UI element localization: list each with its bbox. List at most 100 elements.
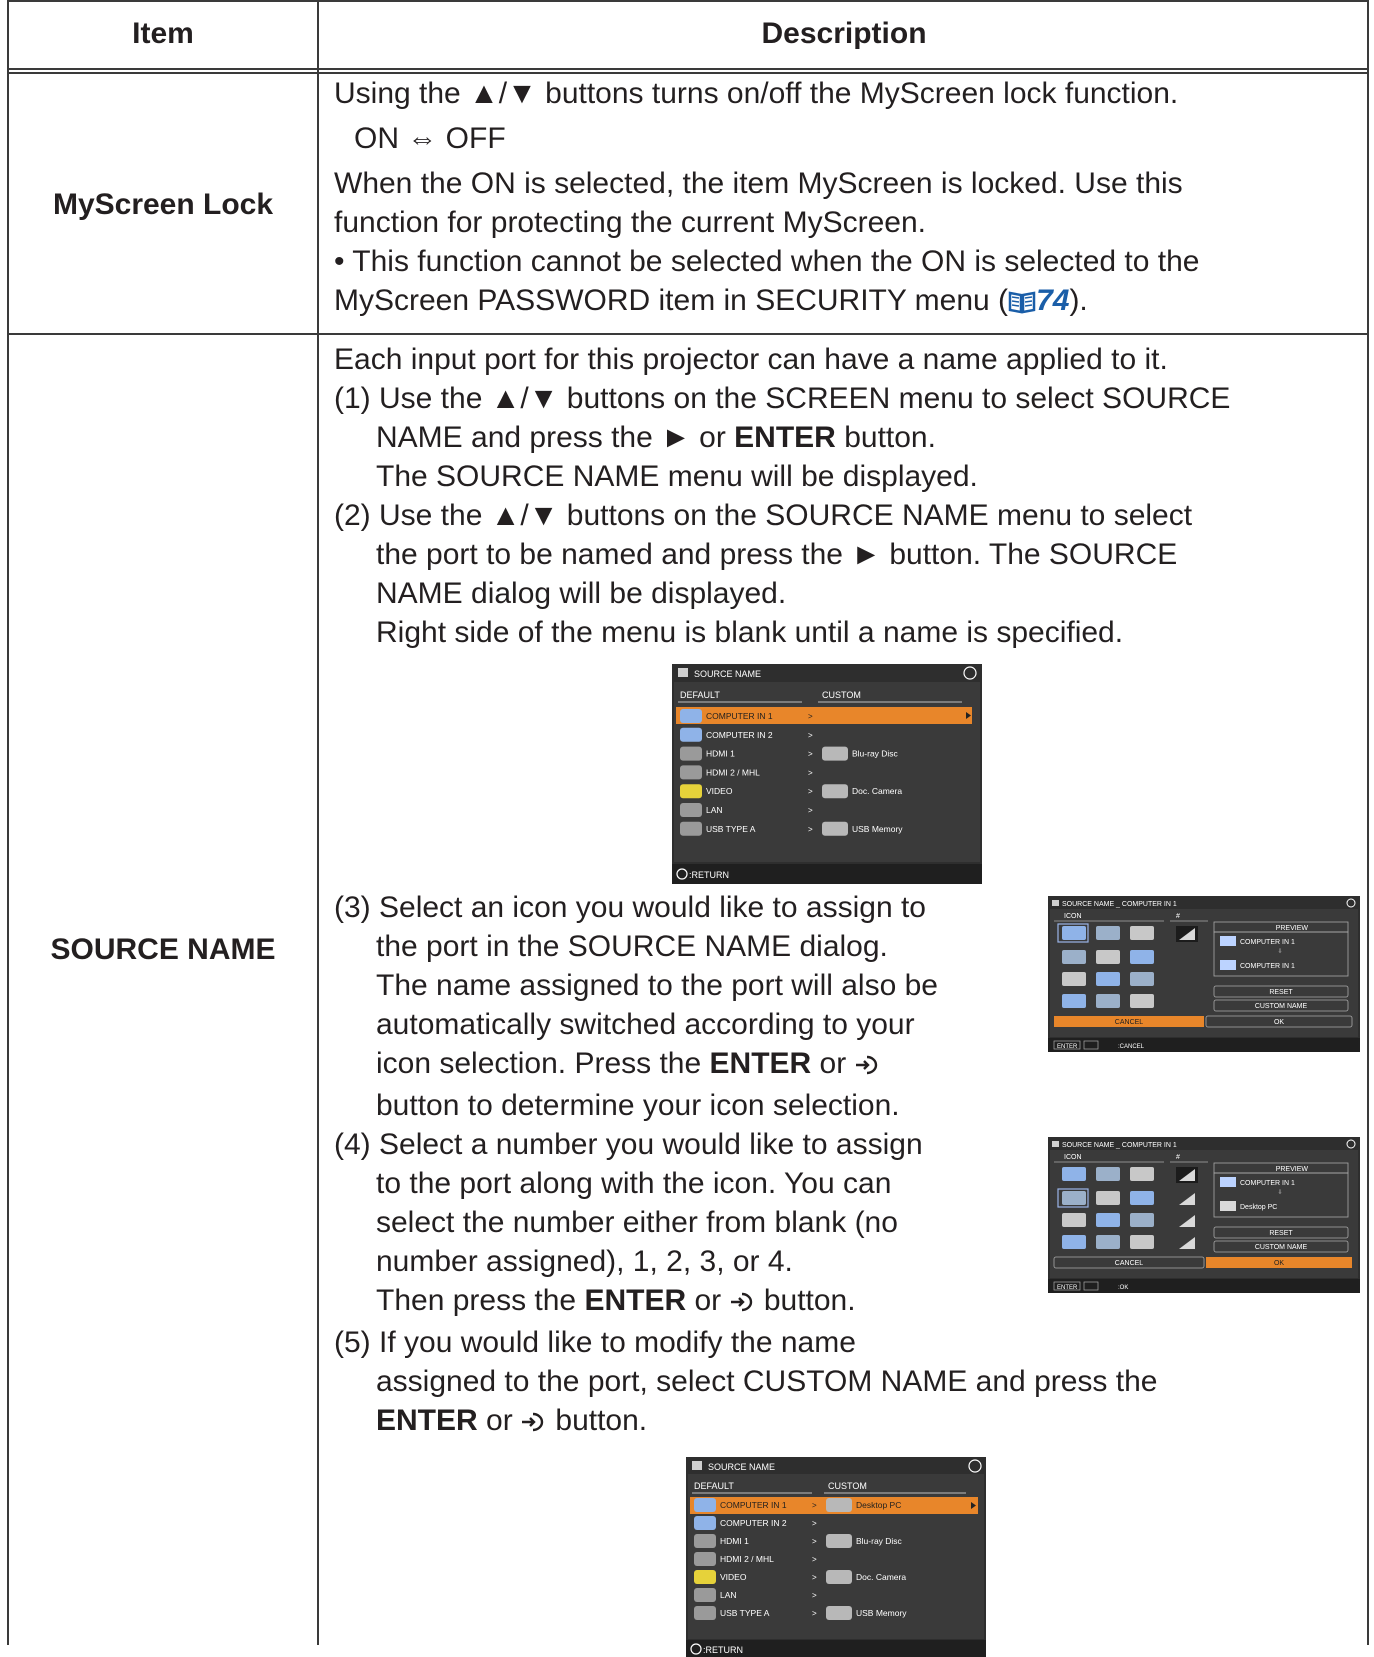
input-button-icon (730, 1284, 756, 1323)
menu-title: SOURCE NAME (694, 669, 761, 679)
desc-line: Right side of the menu is blank until a … (376, 616, 1124, 649)
source-port-icon (679, 821, 702, 836)
source-default-name: USB TYPE A (706, 824, 756, 834)
header-description: Description (761, 17, 927, 50)
custom-source-icon (825, 1534, 852, 1548)
col-custom: CUSTOM (822, 690, 861, 700)
icon-choice[interactable] (1096, 1167, 1120, 1181)
row-arrow: > (812, 1537, 817, 1546)
icon-choice[interactable] (1096, 1235, 1120, 1249)
icon-choice[interactable] (1130, 1235, 1154, 1249)
source-default-name: COMPUTER IN 2 (720, 1518, 787, 1528)
desc-text: button. (835, 421, 936, 454)
custom-source-icon (821, 784, 848, 799)
icon-choice[interactable] (1062, 1191, 1086, 1205)
dialog-title: SOURCE NAME _ COMPUTER IN 1 (1062, 901, 1177, 908)
custom-name-label: CUSTOM NAME (1255, 1003, 1308, 1010)
icon-label: ICON (1064, 913, 1082, 920)
source-custom-name: Doc. Camera (856, 1572, 906, 1582)
desc-line: icon selection. Press the ENTER or (334, 1044, 1048, 1086)
desc-text: button. (547, 1404, 648, 1437)
icon-choice[interactable] (1130, 1213, 1154, 1227)
source-default-name: COMPUTER IN 1 (706, 711, 773, 721)
icon-choice[interactable] (1062, 972, 1086, 986)
desc-line: NAME and press the ► or ENTER button. (334, 418, 1359, 457)
book-icon (1008, 285, 1036, 324)
source-port-icon (679, 803, 702, 817)
icon-choice[interactable] (1130, 926, 1154, 940)
source-default-name: LAN (720, 1590, 737, 1600)
description-table: Item Description MyScreen Lock Using the… (7, 0, 1369, 1657)
ok-label: OK (1274, 1260, 1284, 1267)
ok-label: OK (1274, 1019, 1284, 1026)
desc-text: or (811, 1047, 855, 1080)
description-myscreen-lock: Using the ▲/▼ buttons turns on/off the M… (334, 72, 1359, 324)
source-name-dialog-screenshot-2: SOURCE NAME _ COMPUTER IN 1 ICON # PREVI… (1048, 1137, 1360, 1323)
step4-text: (4) Select a number you would like to as… (334, 1125, 1048, 1323)
row-arrow: > (808, 712, 813, 721)
source-default-name: COMPUTER IN 1 (720, 1500, 787, 1510)
desc-line: number assigned), 1, 2, 3, or 4. (376, 1245, 793, 1278)
enter-keyword: ENTER (709, 1047, 812, 1080)
icon-choice[interactable] (1130, 1167, 1154, 1181)
num-label: # (1176, 913, 1180, 920)
custom-source-icon (821, 821, 848, 836)
desc-line: The SOURCE NAME menu will be displayed. (376, 460, 978, 493)
source-default-name: HDMI 1 (706, 749, 735, 759)
menu-title: SOURCE NAME (708, 1462, 775, 1472)
source-custom-name: Desktop PC (856, 1500, 901, 1510)
icon-choice[interactable] (1096, 972, 1120, 986)
icon-choice[interactable] (1096, 1213, 1120, 1227)
desc-line: ENTER or button. (334, 1401, 1359, 1443)
icon-choice[interactable] (1062, 950, 1086, 964)
dialog-title: SOURCE NAME _ COMPUTER IN 1 (1062, 1142, 1177, 1149)
icon-choice[interactable] (1096, 1191, 1120, 1205)
num-label: # (1176, 1154, 1180, 1161)
custom-source-icon (821, 746, 848, 761)
row-arrow: > (808, 768, 813, 777)
icon-choice[interactable] (1130, 950, 1154, 964)
source-custom-name: Blu-ray Disc (852, 749, 899, 759)
source-custom-name: Doc. Camera (852, 786, 902, 796)
desc-text: NAME and press the ► or (376, 421, 735, 454)
icon-choice[interactable] (1096, 926, 1120, 940)
source-default-name: HDMI 2 / MHL (720, 1554, 774, 1564)
desc-text: Then press the (376, 1284, 585, 1317)
icon-choice[interactable] (1062, 1213, 1086, 1227)
desc-line: button to determine your icon selection. (376, 1089, 900, 1122)
source-default-name: VIDEO (706, 786, 733, 796)
icon-label: ICON (1064, 1154, 1082, 1161)
desc-line: When the ON is selected, the item MyScre… (334, 167, 1183, 200)
icon-choice[interactable] (1062, 1167, 1086, 1181)
row-arrow: > (812, 1501, 817, 1510)
page-reference-link[interactable]: 74 (1036, 284, 1069, 317)
desc-line: (5) If you would like to modify the name (334, 1326, 856, 1359)
icon-choice[interactable] (1062, 926, 1086, 940)
icon-choice[interactable] (1096, 950, 1120, 964)
preview-bottom: COMPUTER IN 1 (1240, 963, 1295, 970)
icon-choice[interactable] (1130, 972, 1154, 986)
icon-choice[interactable] (1096, 994, 1120, 1008)
icon-choice[interactable] (1062, 1235, 1086, 1249)
cancel-label: CANCEL (1115, 1019, 1144, 1026)
item-source-name: SOURCE NAME (50, 933, 276, 966)
row-arrow: > (808, 731, 813, 740)
preview-label: PREVIEW (1276, 925, 1309, 932)
input-button-icon (521, 1404, 547, 1443)
desc-line: automatically switched according to your (376, 1008, 915, 1041)
icon-choice[interactable] (1130, 994, 1154, 1008)
step4-block: (4) Select a number you would like to as… (334, 1125, 1360, 1323)
row-arrow: > (812, 1609, 817, 1618)
row-arrow: > (808, 787, 813, 796)
source-default-name: LAN (706, 805, 723, 815)
desc-text: or (686, 1284, 730, 1317)
icon-choice[interactable] (1062, 994, 1086, 1008)
desc-text: or (477, 1404, 522, 1437)
source-custom-name: USB Memory (856, 1608, 907, 1618)
source-name-menu-2: SOURCE NAME DEFAULT CUSTOM COMPUTER IN 1… (685, 1457, 986, 1657)
source-name-menu-screenshot-2: SOURCE NAME DEFAULT CUSTOM COMPUTER IN 1… (312, 1457, 1359, 1657)
source-port-icon (693, 1606, 716, 1620)
source-port-icon (679, 709, 702, 723)
enter-keyword: ENTER (584, 1284, 687, 1317)
icon-choice[interactable] (1130, 1191, 1154, 1205)
